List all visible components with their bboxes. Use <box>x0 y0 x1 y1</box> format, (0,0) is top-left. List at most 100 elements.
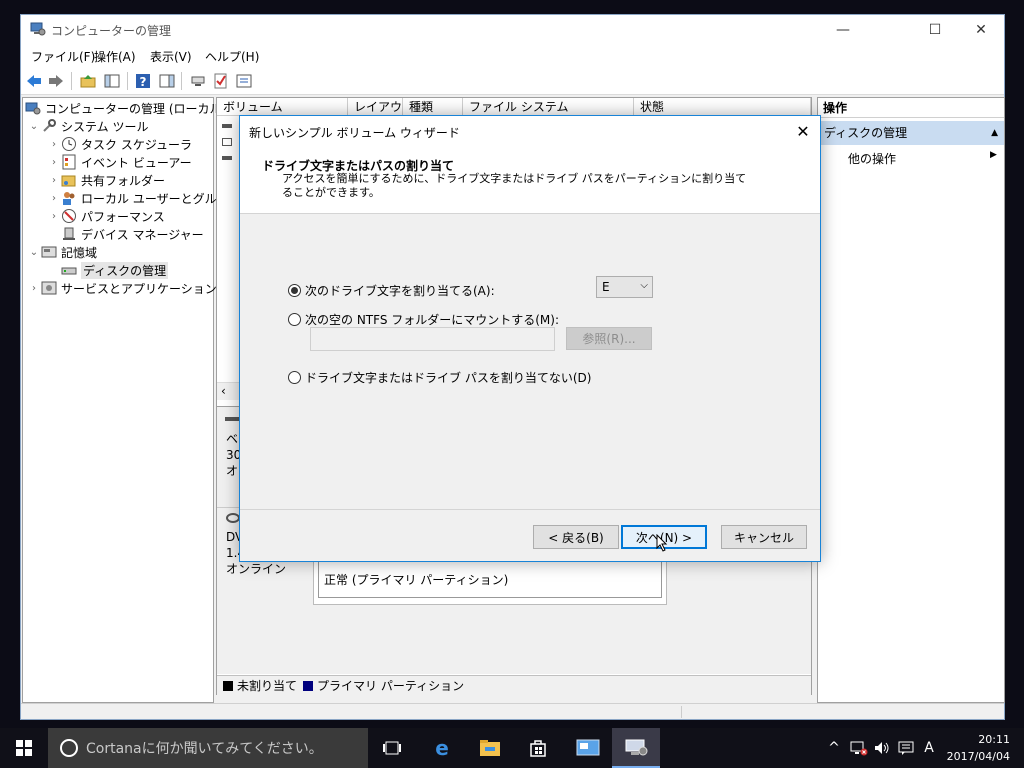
task-view-icon[interactable] <box>368 728 416 768</box>
help-icon[interactable]: ? <box>134 72 152 90</box>
new-simple-volume-wizard: 新しいシンプル ボリューム ウィザード ✕ ドライブ文字またはパスの割り当て ア… <box>239 115 821 562</box>
action-other-operations[interactable]: 他の操作 <box>848 150 896 167</box>
event-log-icon <box>61 154 77 170</box>
tree-label: 記憶域 <box>61 245 98 260</box>
collapse-arrow-icon[interactable]: ▲ <box>991 121 998 145</box>
tree-label: コンピューターの管理 (ローカル) <box>45 101 227 116</box>
back-arrow-icon[interactable] <box>25 72 43 90</box>
action-center-icon[interactable] <box>896 728 916 768</box>
radio-unselected[interactable] <box>288 371 301 384</box>
system-clock[interactable]: 20:11 2017/04/04 <box>947 731 1010 765</box>
wizard-title-bar[interactable]: 新しいシンプル ボリューム ウィザード ✕ <box>240 116 820 146</box>
tree-label: サービスとアプリケーション <box>61 281 217 296</box>
tree-item-services[interactable]: › サービスとアプリケーション <box>27 279 217 297</box>
column-volume[interactable]: ボリューム <box>217 98 348 116</box>
submenu-arrow-icon[interactable]: ▶ <box>990 150 997 160</box>
status-bar <box>21 703 1004 719</box>
checkmark-icon[interactable] <box>212 72 230 90</box>
browse-button[interactable]: 参照(R)... <box>566 327 652 350</box>
radio-selected[interactable] <box>288 284 301 297</box>
partition-status: 正常 (プライマリ パーティション) <box>324 573 509 587</box>
tree-item-task-scheduler[interactable]: › タスク スケジューラ <box>47 135 192 153</box>
network-error-icon[interactable] <box>848 728 870 768</box>
connect-icon[interactable] <box>189 72 207 90</box>
disk0-type: ベ <box>226 431 239 447</box>
cortana-search-box[interactable]: Cortanaに何か聞いてみてください。 <box>48 728 368 768</box>
tree-item-performance[interactable]: › パフォーマンス <box>47 207 165 225</box>
show-hidden-icons-chevron[interactable]: ^ <box>826 728 842 768</box>
tree-item-event-viewer[interactable]: › イベント ビューアー <box>47 153 192 171</box>
tree-label: デバイス マネージャー <box>81 227 204 242</box>
mount-folder-path-input[interactable] <box>310 327 555 351</box>
start-windows-icon[interactable] <box>0 728 48 768</box>
menu-bar: ファイル(F) 操作(A) 表示(V) ヘルプ(H) <box>21 45 1004 67</box>
maximize-button[interactable]: ☐ <box>912 15 958 45</box>
control-panel-icon[interactable] <box>564 728 612 768</box>
users-icon <box>61 190 77 206</box>
status-divider <box>681 706 682 718</box>
tree-label: システム ツール <box>61 119 149 134</box>
title-bar[interactable]: コンピューターの管理 — ☐ ✕ <box>21 15 1004 45</box>
chevron-right-icon[interactable]: › <box>27 283 41 294</box>
chevron-right-icon[interactable]: › <box>47 193 61 204</box>
tree-item-root[interactable]: コンピューターの管理 (ローカル) <box>25 99 226 117</box>
column-file-system[interactable]: ファイル システム <box>463 98 634 116</box>
volume-icon[interactable] <box>872 728 892 768</box>
show-hide-tree-icon[interactable] <box>103 72 121 90</box>
tree-label: パフォーマンス <box>81 209 165 224</box>
tree-item-system-tools[interactable]: ⌄ システム ツール <box>27 117 148 135</box>
menu-file[interactable]: ファイル(F) <box>31 48 95 65</box>
chevron-right-icon[interactable]: › <box>47 211 61 222</box>
column-status[interactable]: 状態 <box>634 98 811 116</box>
option-no-drive-letter[interactable]: ドライブ文字またはドライブ パスを割り当てない(D) <box>288 369 591 386</box>
close-button[interactable]: ✕ <box>958 15 1004 45</box>
computer-management-icon <box>25 100 41 116</box>
minimize-button[interactable]: — <box>820 15 866 45</box>
clock-time: 20:11 <box>978 733 1010 746</box>
store-icon[interactable] <box>514 728 562 768</box>
computer-management-taskbar-icon[interactable] <box>612 728 660 768</box>
scroll-left-icon[interactable]: ‹ <box>221 384 226 398</box>
properties-icon[interactable] <box>235 72 253 90</box>
primary-swatch <box>303 680 314 691</box>
radio-unselected[interactable] <box>288 313 301 326</box>
tree-item-disk-management[interactable]: ディスクの管理 <box>61 261 169 279</box>
up-folder-icon[interactable] <box>79 72 97 90</box>
menu-view[interactable]: 表示(V) <box>150 48 192 65</box>
forward-arrow-icon[interactable] <box>47 72 65 90</box>
device-manager-icon <box>61 226 77 242</box>
option-label: ドライブ文字またはドライブ パスを割り当てない(D) <box>305 371 592 385</box>
action-group-disk-management[interactable]: ディスクの管理 ▲ <box>818 121 1004 145</box>
drive-letter-select[interactable]: E ⌵ <box>596 276 653 298</box>
tree-item-storage[interactable]: ⌄ 記憶域 <box>27 243 97 261</box>
tree-item-device-manager[interactable]: デバイス マネージャー <box>61 225 204 243</box>
chevron-down-icon[interactable]: ⌄ <box>27 121 41 132</box>
wizard-header: ドライブ文字またはパスの割り当て アクセスを簡単にするために、ドライブ文字または… <box>240 146 820 214</box>
show-action-pane-icon[interactable] <box>158 72 176 90</box>
menu-action[interactable]: 操作(A) <box>94 48 136 65</box>
chevron-down-icon[interactable]: ⌄ <box>27 247 41 258</box>
cancel-button[interactable]: キャンセル <box>721 525 807 549</box>
disk-icon <box>225 417 239 421</box>
file-explorer-icon[interactable] <box>466 728 514 768</box>
column-layout[interactable]: レイアウト <box>348 98 403 116</box>
chevron-right-icon[interactable]: › <box>47 157 61 168</box>
ime-indicator[interactable]: A <box>920 728 938 768</box>
option-assign-drive-letter[interactable]: 次のドライブ文字を割り当てる(A): <box>288 282 495 299</box>
tree-label: タスク スケジューラ <box>81 137 192 152</box>
menu-help[interactable]: ヘルプ(H) <box>205 48 259 65</box>
chevron-right-icon[interactable]: › <box>47 139 61 150</box>
option-mount-folder[interactable]: 次の空の NTFS フォルダーにマウントする(M): <box>288 311 559 328</box>
tree-label: イベント ビューアー <box>81 155 192 170</box>
wizard-close-icon[interactable]: ✕ <box>786 116 820 146</box>
tree-item-shared-folders[interactable]: › 共有フォルダー <box>47 171 165 189</box>
option-label: 次の空の NTFS フォルダーにマウントする(M): <box>305 313 560 327</box>
column-type[interactable]: 種類 <box>403 98 463 116</box>
tree-item-local-users[interactable]: › ローカル ユーザーとグループ <box>47 189 240 207</box>
dvd-icon <box>226 513 240 523</box>
edge-browser-icon[interactable]: e <box>418 728 466 768</box>
back-button[interactable]: < 戻る(B) <box>533 525 619 549</box>
chevron-right-icon[interactable]: › <box>47 175 61 186</box>
toolbar-separator <box>181 72 182 90</box>
clock-date: 2017/04/04 <box>946 750 1010 763</box>
